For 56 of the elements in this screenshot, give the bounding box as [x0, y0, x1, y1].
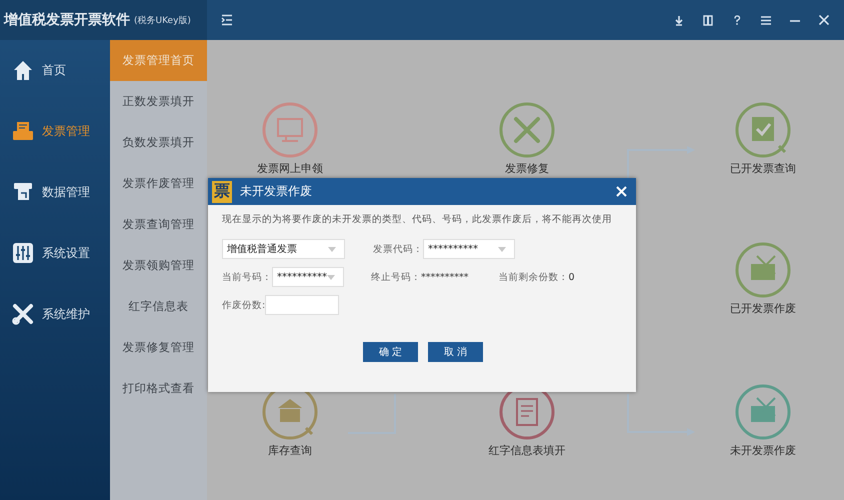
sidebar-item[interactable]: 发票管理	[0, 120, 110, 142]
download-icon	[674, 14, 684, 26]
submenu-item[interactable]: 发票作废管理	[110, 163, 207, 204]
close-icon	[616, 186, 626, 197]
submenu-item[interactable]: 发票修复管理	[110, 327, 207, 368]
tools-icon	[12, 303, 34, 325]
dropdown-arrow-icon	[327, 274, 335, 280]
sidebar-item[interactable]: 系统维护	[0, 303, 110, 325]
sidebar-item[interactable]: 数据管理	[0, 181, 110, 203]
magnifier-check-icon[interactable]	[735, 102, 791, 158]
dropdown-arrow-icon	[498, 246, 506, 252]
node-label[interactable]: 已开发票作废	[730, 301, 796, 316]
node-label[interactable]: 库存查询	[268, 443, 312, 458]
submenu-item[interactable]: 发票领购管理	[110, 245, 207, 286]
field-label: 当前剩余份数：	[498, 270, 568, 284]
home-icon	[12, 59, 34, 81]
confirm-button[interactable]: 确 定	[363, 342, 418, 362]
cancel-button[interactable]: 取 消	[428, 342, 483, 362]
dropdown-arrow-icon	[328, 246, 336, 252]
window-title: 增值税发票开票软件	[4, 11, 130, 29]
submenu-item[interactable]: 负数发票填开	[110, 122, 207, 163]
close-icon	[818, 14, 828, 26]
submenu-item[interactable]: 打印格式查看	[110, 368, 207, 409]
submenu-item[interactable]: 发票查询管理	[110, 204, 207, 245]
input-field[interactable]	[265, 295, 340, 315]
field-label: 终止号码：	[371, 270, 421, 284]
node-label[interactable]: 发票修复	[505, 161, 549, 176]
dialog-message: 现在显示的为将要作废的未开发票的类型、代码、号码，此发票作废后，将不能再次使用	[222, 213, 613, 226]
ticket-icon: 票	[212, 180, 232, 202]
node-label[interactable]: 未开发票作废	[730, 443, 796, 458]
node-label[interactable]: 红字信息表填开	[488, 443, 566, 458]
submenu-item[interactable]: 红字信息表	[110, 286, 207, 327]
field-label: 作废份数:	[222, 298, 266, 312]
menu-icon	[760, 14, 770, 26]
field-value: **********	[421, 272, 468, 282]
help-icon	[732, 14, 742, 26]
field-label: 发票代码：	[373, 242, 423, 256]
dialog-title: 未开发票作废	[240, 183, 312, 200]
window-subtitle: (税务UKey版)	[134, 14, 191, 26]
node-label[interactable]: 已开发票查询	[730, 161, 796, 176]
field-label: 当前号码：	[222, 270, 272, 284]
dropdown[interactable]: 增值税普通发票	[222, 239, 345, 259]
collapse-menu-icon[interactable]	[221, 14, 233, 26]
submenu-item[interactable]: 正数发票填开	[110, 81, 207, 122]
printer-icon	[12, 120, 34, 142]
sliders-icon	[12, 242, 34, 264]
dropdown[interactable]: **********	[272, 267, 344, 287]
sidebar-item[interactable]: 首页	[0, 59, 110, 81]
node-label[interactable]: 发票网上申领	[257, 161, 323, 176]
close-button[interactable]	[614, 184, 628, 198]
connector-line	[348, 394, 396, 434]
dropdown[interactable]: **********	[423, 239, 515, 259]
window-icon	[702, 14, 712, 26]
field-value: 0	[568, 272, 575, 282]
connector-arrow	[627, 394, 695, 436]
sidebar-item[interactable]: 系统设置	[0, 242, 110, 264]
